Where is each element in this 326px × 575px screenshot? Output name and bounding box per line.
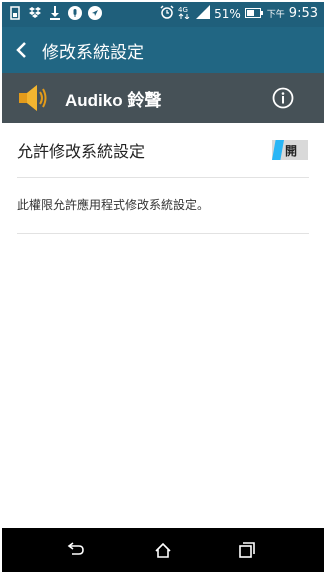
dropbox-icon [28,5,42,21]
screen: 4G 51% 下午 9:53 修改系統設定 Audiko 鈴聲 允許修改系統設定… [2,2,324,572]
setting-label: 允許修改系統設定 [17,142,146,161]
setting-description: 此權限允許應用程式修改系統設定。 [17,198,210,212]
divider [17,177,309,178]
app-bar: 修改系統設定 [2,27,324,73]
battery-icon [244,7,263,21]
signal-icon [196,5,211,22]
app-name: Audiko 鈴聲 [65,90,162,110]
sim-icon [8,5,22,21]
home-nav-icon[interactable] [153,540,173,560]
download-icon [48,5,62,21]
system-icons: 4G 51% 下午 9:53 [160,5,318,22]
app-header: Audiko 鈴聲 [2,73,324,123]
clock: 9:53 [288,6,318,21]
permission-toggle[interactable]: 開 [272,140,308,160]
audiko-app-icon [19,85,47,111]
divider [17,233,309,234]
toggle-state: 開 [285,144,298,158]
notification-icons [8,5,102,21]
back-nav-icon[interactable] [65,540,85,560]
mic-icon [68,5,82,21]
recents-nav-icon[interactable] [236,540,256,560]
svg-text:4G: 4G [178,6,188,14]
chevron-left-icon [16,42,26,58]
navigation-bar [2,528,324,572]
back-button[interactable] [2,27,40,73]
navigation-icon [88,5,102,21]
allow-modify-settings-row[interactable]: 允許修改系統設定 開 [2,123,324,177]
time-prefix: 下午 [266,10,285,20]
info-icon[interactable] [272,87,294,109]
status-bar: 4G 51% 下午 9:53 [2,2,324,27]
page-title: 修改系統設定 [42,42,144,63]
4g-icon: 4G [178,5,192,22]
alarm-icon [160,5,174,22]
battery-percent: 51% [214,6,241,21]
